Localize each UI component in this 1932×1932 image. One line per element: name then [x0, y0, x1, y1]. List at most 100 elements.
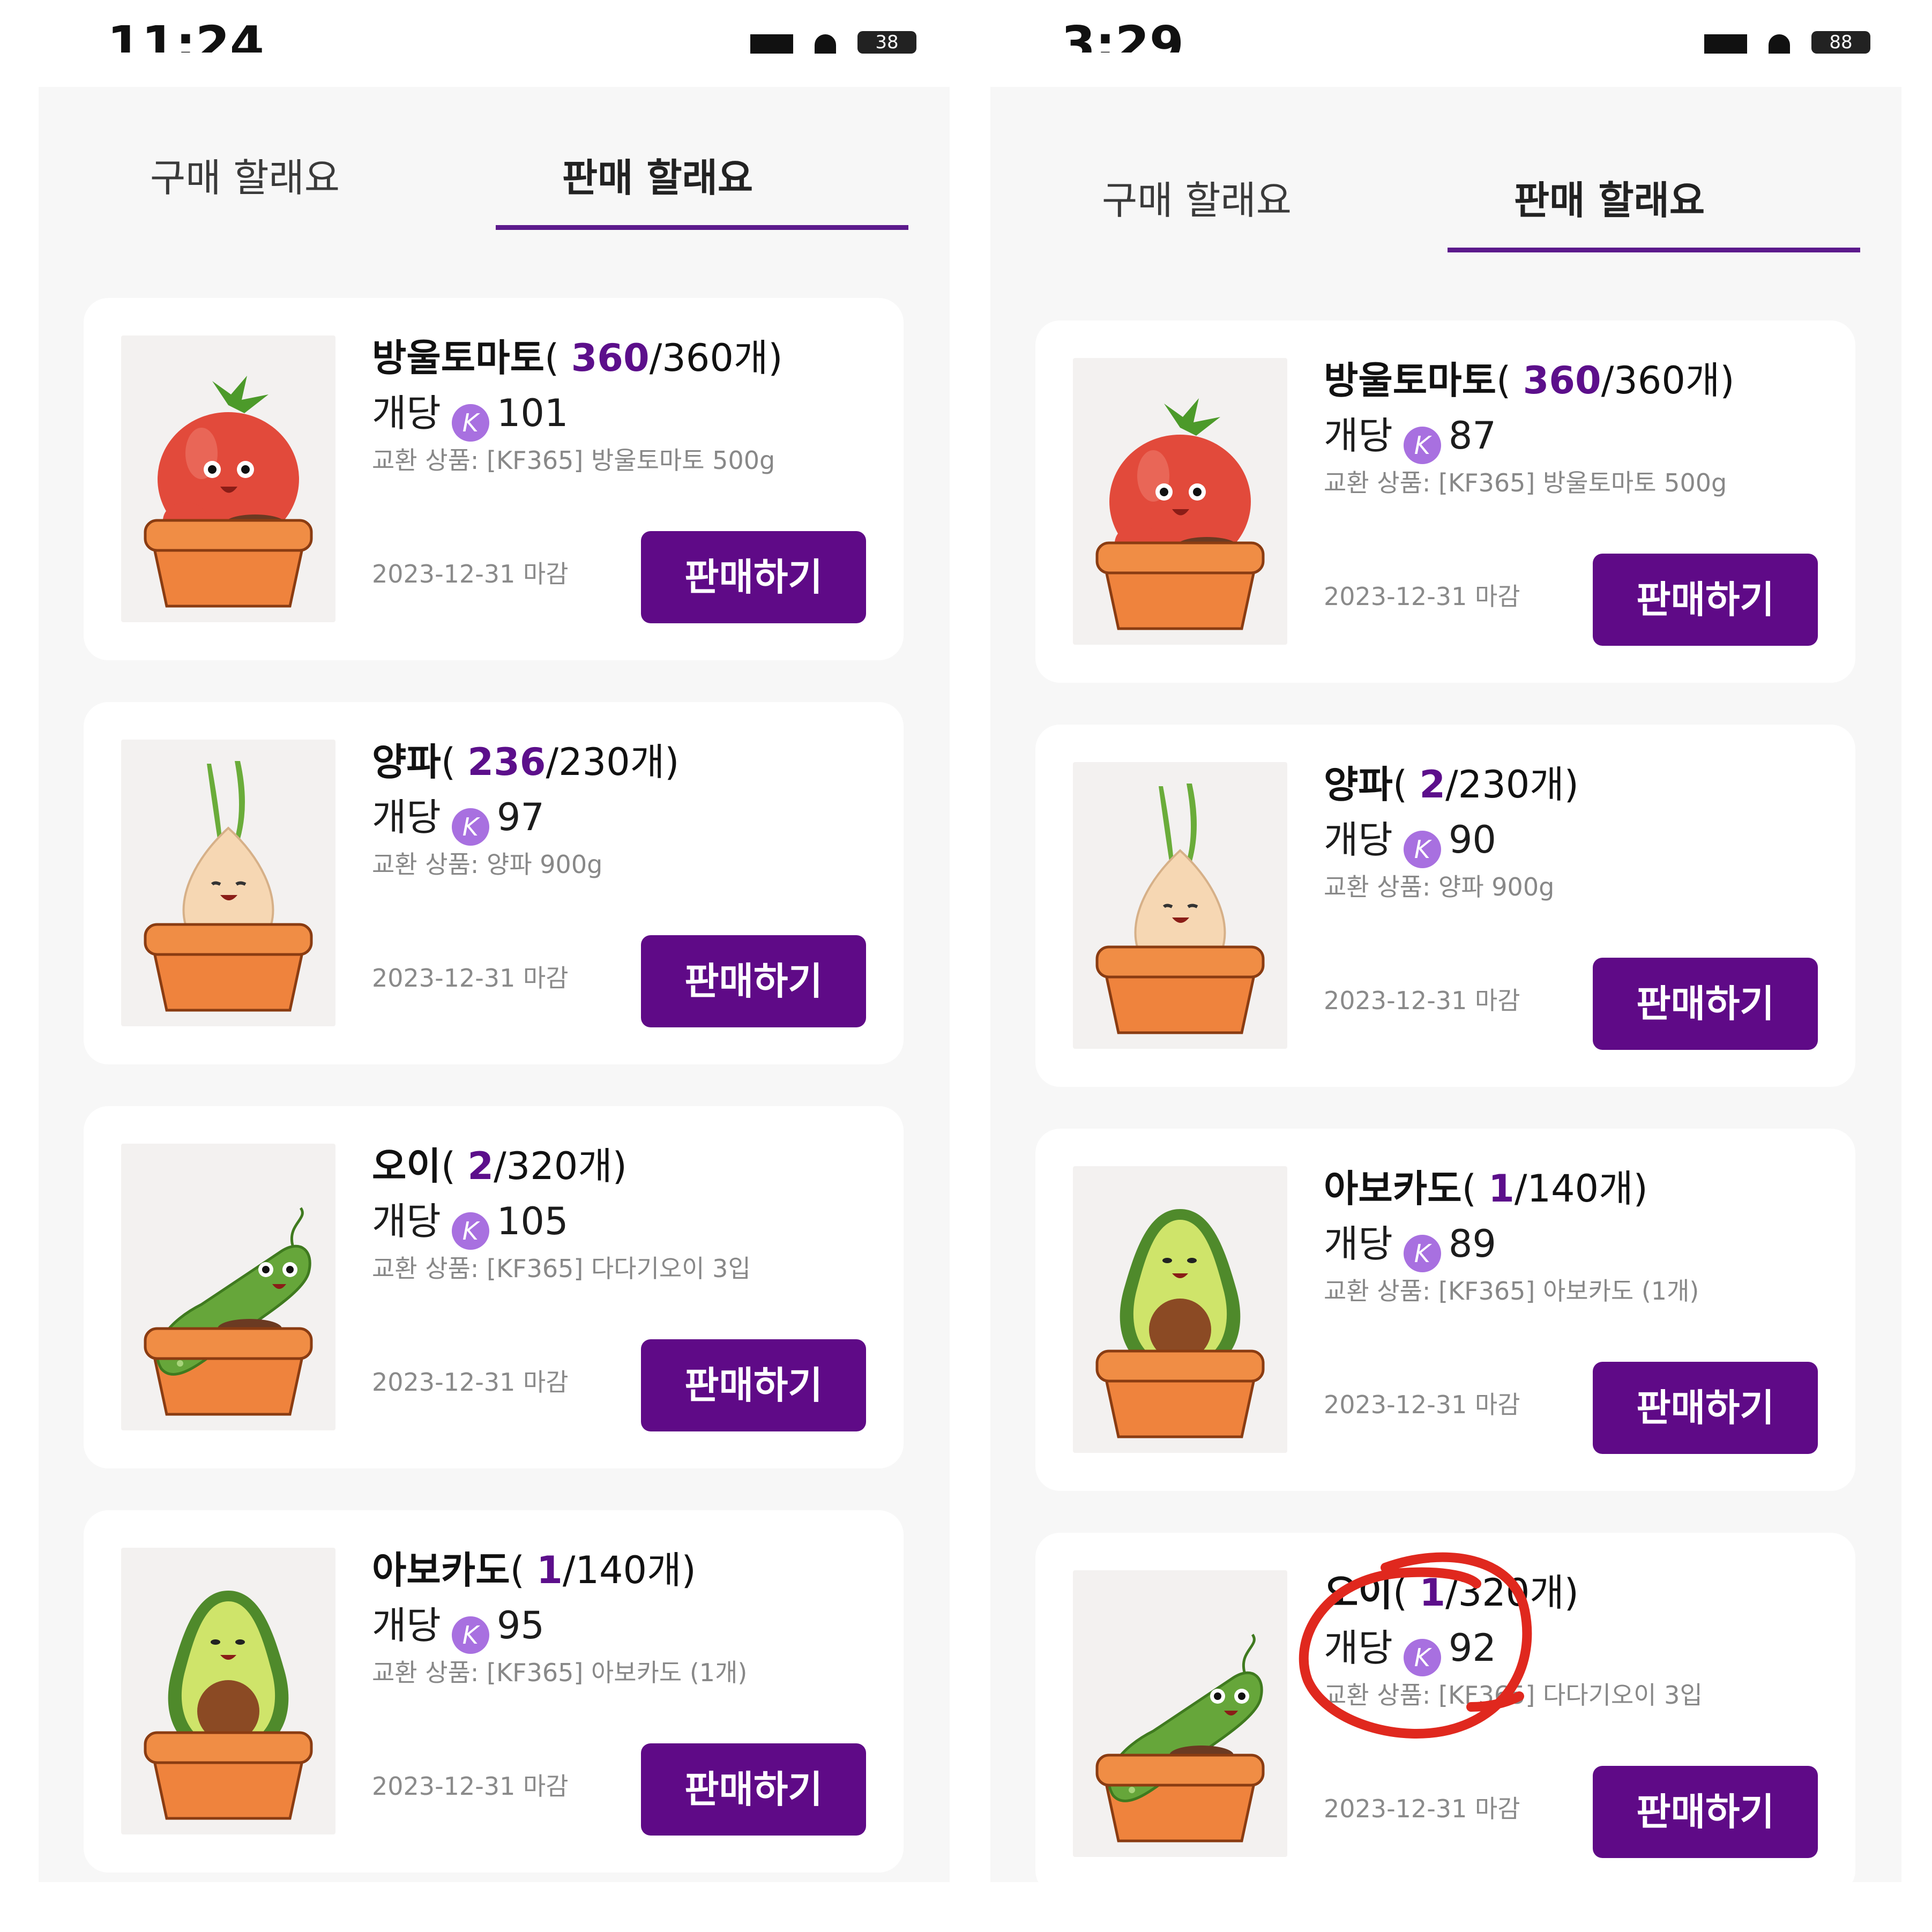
wifi-icon [815, 34, 836, 54]
product-title: 아보카도( 1/140개) [1324, 1162, 1648, 1215]
deadline: 2023-12-31 마감 [372, 1368, 569, 1397]
product-name: 오이 [372, 1144, 441, 1188]
exchange-product: 교환 상품: [KF365] 다다기오이 3입 [372, 1254, 751, 1283]
tab-sell[interactable]: 판매 할래요 [1403, 174, 1816, 227]
left-screen: 구매 할래요 판매 할래요 방울토마토( 360/360개) 개당 K 101 교환 상… [39, 87, 950, 1882]
k-coin-icon: K [451, 1616, 489, 1654]
per-unit-label: 개당 [372, 795, 441, 839]
deadline: 2023-12-31 마감 [372, 964, 569, 993]
k-coin-icon: K [451, 404, 489, 442]
sell-button[interactable]: 판매하기 [1593, 1362, 1818, 1454]
product-name: 양파 [372, 740, 441, 784]
tomato-icon [1073, 358, 1287, 645]
product-name: 아보카도 [1324, 1167, 1462, 1211]
status-icons: 88 [1704, 21, 1881, 54]
quantity-current: 2 [1419, 763, 1446, 807]
deadline: 2023-12-31 마감 [1324, 986, 1520, 1015]
deadline: 2023-12-31 마감 [372, 1772, 569, 1801]
price-value: 95 [496, 1603, 544, 1647]
status-bar: 11:24 38 [0, 0, 965, 80]
product-card: 아보카도( 1/140개) 개당 K 95 교환 상품: [KF365] 아보카도 (1… [84, 1510, 904, 1873]
battery-icon: 88 [1811, 31, 1870, 54]
deadline: 2023-12-31 마감 [372, 560, 569, 588]
tab-buy[interactable]: 구매 할래요 [990, 174, 1403, 227]
exchange-product: 교환 상품: [KF365] 방울토마토 500g [1324, 468, 1727, 497]
tab-active-indicator [1448, 248, 1860, 252]
product-name: 방울토마토 [1324, 359, 1496, 402]
price-value: 97 [496, 795, 544, 839]
tab-sell[interactable]: 판매 할래요 [451, 151, 864, 205]
exchange-product: 교환 상품: [KF365] 방울토마토 500g [372, 446, 775, 475]
per-unit-label: 개당 [372, 391, 441, 435]
signal-icon [750, 34, 793, 54]
product-card: 양파( 2/230개) 개당 K 90 교환 상품: 양파 900g 2023-12-31… [1035, 725, 1855, 1087]
deadline: 2023-12-31 마감 [1324, 1794, 1520, 1823]
k-coin-icon: K [1403, 427, 1441, 464]
quantity-open: ( [1496, 359, 1523, 402]
price-value: 101 [496, 391, 569, 435]
signal-icon [1704, 34, 1747, 54]
product-name: 방울토마토 [372, 336, 544, 380]
k-coin-icon: K [451, 1212, 489, 1250]
status-time: 11:24 [107, 16, 264, 53]
unit-price: 개당 K 95 [372, 1599, 544, 1654]
exchange-product: 교환 상품: 양파 900g [372, 850, 603, 879]
sell-button[interactable]: 판매하기 [641, 1339, 866, 1431]
wifi-icon [1769, 34, 1790, 54]
sell-button[interactable]: 판매하기 [1593, 554, 1818, 646]
quantity-open: ( [441, 740, 468, 784]
unit-price: 개당 K 101 [372, 386, 568, 442]
product-card: 아보카도( 1/140개) 개당 K 89 교환 상품: [KF365] 아보카도 (1… [1035, 1129, 1855, 1491]
avocado-icon [121, 1548, 335, 1834]
status-time: 3:29 [1061, 16, 1184, 53]
k-coin-icon: K [1403, 831, 1441, 868]
product-name: 양파 [1324, 763, 1393, 807]
quantity-current: 360 [1523, 359, 1601, 402]
sell-button[interactable]: 판매하기 [641, 1743, 866, 1836]
per-unit-label: 개당 [1324, 414, 1393, 458]
product-card: 방울토마토( 360/360개) 개당 K 87 교환 상품: [KF365] 방울토마… [1035, 320, 1855, 683]
unit-price: 개당 K 105 [372, 1195, 568, 1250]
quantity-open: ( [1392, 763, 1420, 807]
product-card: 양파( 236/230개) 개당 K 97 교환 상품: 양파 900g 2023-12-… [84, 702, 904, 1064]
sell-button[interactable]: 판매하기 [1593, 1766, 1818, 1858]
tab-bar: 구매 할래요 판매 할래요 [39, 87, 950, 248]
k-coin-icon: K [1403, 1235, 1441, 1272]
product-card: 오이( 2/320개) 개당 K 105 교환 상품: [KF365] 다다기오이 3입… [84, 1106, 904, 1468]
exchange-product: 교환 상품: [KF365] 아보카도 (1개) [1324, 1277, 1699, 1306]
per-unit-label: 개당 [372, 1603, 441, 1647]
product-title: 오이( 2/320개) [372, 1139, 627, 1193]
unit-price: 개당 K 87 [1324, 409, 1496, 464]
exchange-product: 교환 상품: 양파 900g [1324, 872, 1555, 901]
quantity-total: /140개) [1514, 1167, 1648, 1211]
status-icons: 38 [750, 21, 927, 54]
quantity-open: ( [510, 1548, 537, 1592]
deadline: 2023-12-31 마감 [1324, 1390, 1520, 1419]
onion-icon [121, 740, 335, 1026]
quantity-open: ( [1461, 1167, 1489, 1211]
sell-button[interactable]: 판매하기 [641, 531, 866, 623]
quantity-open: ( [544, 336, 571, 380]
cucumber-icon [1073, 1570, 1287, 1857]
product-name: 아보카도 [372, 1548, 510, 1592]
quantity-open: ( [441, 1144, 468, 1188]
quantity-total: /140개) [562, 1548, 696, 1592]
product-title: 아보카도( 1/140개) [372, 1543, 696, 1597]
quantity-current: 2 [467, 1144, 494, 1188]
product-title: 양파( 236/230개) [372, 735, 679, 789]
k-coin-icon: K [451, 808, 489, 846]
quantity-total: /360개) [649, 336, 783, 380]
quantity-total: /230개) [546, 740, 680, 784]
sell-button[interactable]: 판매하기 [1593, 958, 1818, 1050]
sell-button[interactable]: 판매하기 [641, 935, 866, 1027]
unit-price: 개당 K 90 [1324, 813, 1496, 868]
product-title: 방울토마토( 360/360개) [372, 331, 783, 385]
deadline: 2023-12-31 마감 [1324, 582, 1520, 611]
status-bar: 3:29 88 [965, 0, 1932, 80]
unit-price: 개당 K 97 [372, 790, 544, 846]
quantity-current: 1 [536, 1548, 563, 1592]
tab-buy[interactable]: 구매 할래요 [39, 151, 451, 205]
quantity-current: 360 [571, 336, 650, 380]
battery-icon: 38 [857, 31, 916, 54]
cucumber-icon [121, 1144, 335, 1430]
